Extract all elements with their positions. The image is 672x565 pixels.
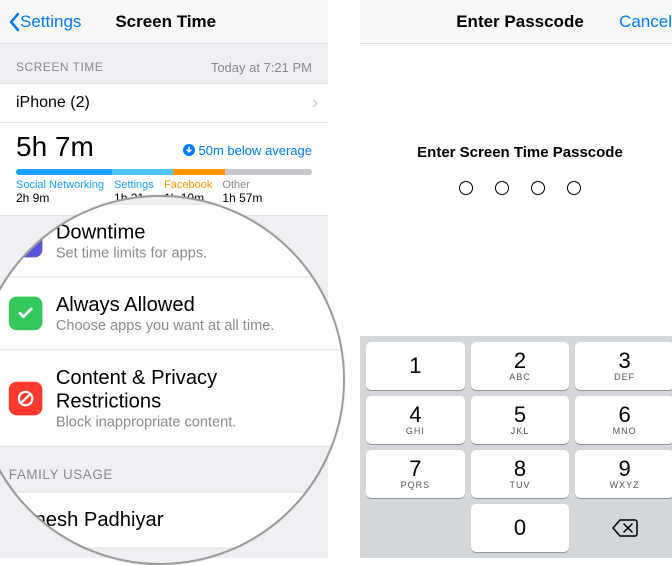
passcode-dots <box>360 181 672 195</box>
key-delete[interactable] <box>575 504 672 552</box>
bar-facebook <box>173 169 225 175</box>
family-usage-label: FAMILY USAGE <box>9 467 113 483</box>
usage-bar <box>16 169 312 175</box>
key-blank <box>366 504 465 552</box>
total-usage-time: 5h 7m <box>16 131 94 163</box>
section-header-family: FAMILY USAGE <box>0 447 345 492</box>
row-always-allowed-sub: Choose apps you want at all time. <box>56 317 275 334</box>
key-4[interactable]: 4GHI <box>366 396 465 444</box>
key-5[interactable]: 5JKL <box>471 396 570 444</box>
key-6[interactable]: 6MNO <box>575 396 672 444</box>
cat-label-settings: Settings <box>114 179 154 191</box>
delete-icon <box>612 519 638 537</box>
cat-label-facebook: Facebook <box>164 179 212 191</box>
row-downtime-title: Downtime <box>56 220 207 244</box>
cancel-button[interactable]: Cancel <box>602 12 672 32</box>
key-9[interactable]: 9WXYZ <box>575 450 672 498</box>
row-downtime-sub: Set time limits for apps. <box>56 244 207 261</box>
bar-other <box>225 169 312 175</box>
key-0[interactable]: 0 <box>471 504 570 552</box>
key-2[interactable]: 2ABC <box>471 342 570 390</box>
passcode-title: Enter Passcode <box>438 12 602 32</box>
device-name: iPhone (2) <box>16 94 90 112</box>
row-always-allowed-title: Always Allowed <box>56 293 275 317</box>
family-member-name: Jignesh Padhiyar <box>9 508 164 532</box>
cat-label-social: Social Networking <box>16 179 104 191</box>
cat-label-other: Other <box>222 179 262 191</box>
passcode-dot <box>495 181 509 195</box>
downtime-icon <box>9 224 43 258</box>
row-family-member[interactable]: Jignesh Padhiyar <box>0 491 345 548</box>
back-button[interactable]: Settings <box>8 12 81 32</box>
row-always-allowed[interactable]: Always Allowed Choose apps you want at a… <box>0 278 345 351</box>
bar-social <box>16 169 112 175</box>
always-allowed-icon <box>9 297 43 331</box>
chevron-right-icon: › <box>312 93 318 114</box>
bar-settings <box>112 169 172 175</box>
section-header-screen-time: SCREEN TIME Today at 7:21 PM <box>0 44 328 83</box>
section-timestamp: Today at 7:21 PM <box>211 60 312 75</box>
key-1[interactable]: 1 <box>366 342 465 390</box>
key-7[interactable]: 7PQRS <box>366 450 465 498</box>
page-title: Screen Time <box>81 12 250 32</box>
section-label: SCREEN TIME <box>16 60 103 75</box>
numeric-keypad: 1 2ABC 3DEF 4GHI 5JKL 6MNO 7PQRS 8TUV 9W… <box>360 336 672 558</box>
content-privacy-icon <box>9 381 43 415</box>
passcode-dot <box>531 181 545 195</box>
navbar: Settings Screen Time <box>0 0 328 44</box>
passcode-dot <box>459 181 473 195</box>
row-downtime[interactable]: Downtime Set time limits for apps. <box>0 204 345 278</box>
cancel-label: Cancel <box>619 12 672 32</box>
chevron-back-icon <box>8 12 20 32</box>
passcode-prompt: Enter Screen Time Passcode <box>360 44 672 161</box>
arrow-down-icon <box>183 144 195 156</box>
back-label: Settings <box>20 12 81 32</box>
key-8[interactable]: 8TUV <box>471 450 570 498</box>
device-row[interactable]: iPhone (2) › <box>0 83 328 123</box>
row-content-privacy-title: Content & Privacy Restrictions <box>56 366 298 413</box>
row-content-privacy[interactable]: Content & Privacy Restrictions Block ina… <box>0 350 345 446</box>
key-3[interactable]: 3DEF <box>575 342 672 390</box>
navbar-passcode: Enter Passcode Cancel <box>360 0 672 44</box>
row-content-privacy-sub: Block inappropriate content. <box>56 413 298 430</box>
usage-average-text: 50m below average <box>199 143 312 158</box>
passcode-dot <box>567 181 581 195</box>
magnifier-overlay: Downtime Set time limits for apps. Alway… <box>0 195 345 565</box>
usage-average: 50m below average <box>183 143 312 158</box>
